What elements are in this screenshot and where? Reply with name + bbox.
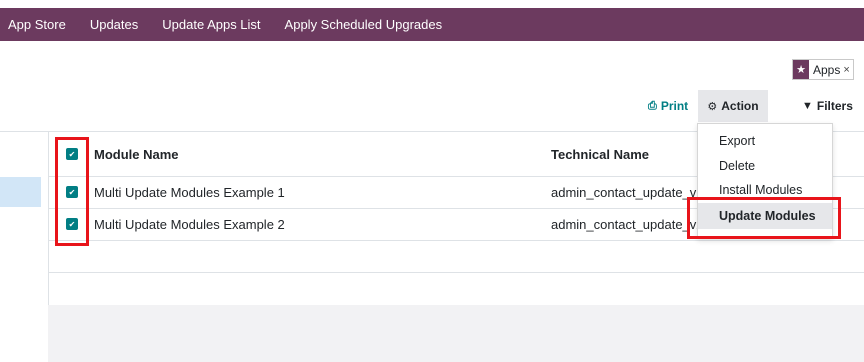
row-divider	[48, 272, 864, 273]
selection-indicator	[0, 177, 41, 207]
table-row-technical-name[interactable]: admin_contact_update_v1	[551, 185, 700, 200]
table-row-module-name[interactable]: Multi Update Modules Example 2	[94, 217, 285, 232]
row-checkbox-2[interactable]: ✔	[66, 218, 78, 230]
action-label: Action	[721, 99, 759, 113]
table-row-module-name[interactable]: Multi Update Modules Example 1	[94, 185, 285, 200]
gear-icon: ⚙	[707, 100, 718, 113]
print-icon: ⎙	[648, 99, 657, 112]
print-button[interactable]: ⎙ Print	[648, 96, 688, 116]
nav-updates[interactable]: Updates	[90, 17, 138, 32]
menu-item-delete[interactable]: Delete	[698, 159, 832, 173]
filters-label: Filters	[816, 99, 853, 113]
list-empty-area	[48, 305, 864, 362]
top-nav: App Store Updates Update Apps List Apply…	[0, 8, 864, 41]
check-icon: ✔	[68, 149, 76, 159]
menu-item-export[interactable]: Export	[698, 134, 832, 148]
select-all-checkbox[interactable]: ✔	[66, 148, 78, 160]
action-button[interactable]: ⚙ Action	[698, 90, 768, 122]
star-icon: ★	[793, 60, 809, 79]
search-facet-apps: ★ Apps ×	[792, 59, 854, 80]
column-header-module-name[interactable]: Module Name	[94, 147, 179, 162]
nav-app-store[interactable]: App Store	[8, 17, 66, 32]
check-icon: ✔	[68, 219, 76, 229]
row-divider	[48, 240, 864, 241]
check-icon: ✔	[68, 187, 76, 197]
filters-button[interactable]: ▼ Filters	[802, 96, 853, 116]
nav-apply-scheduled-upgrades[interactable]: Apply Scheduled Upgrades	[285, 17, 443, 32]
print-label: Print	[660, 99, 689, 113]
facet-label: Apps	[813, 62, 841, 77]
menu-item-install-modules[interactable]: Install Modules	[698, 183, 832, 197]
filter-icon: ▼	[802, 100, 813, 112]
column-header-technical-name[interactable]: Technical Name	[551, 147, 649, 162]
row-checkbox-1[interactable]: ✔	[66, 186, 78, 198]
facet-remove-icon[interactable]: ×	[843, 64, 852, 76]
table-row-technical-name[interactable]: admin_contact_update_v2	[551, 217, 700, 232]
nav-update-apps-list[interactable]: Update Apps List	[162, 17, 260, 32]
menu-item-update-modules[interactable]: Update Modules	[698, 203, 832, 229]
action-dropdown-menu: Export Delete Install Modules Update Mod…	[697, 123, 833, 239]
